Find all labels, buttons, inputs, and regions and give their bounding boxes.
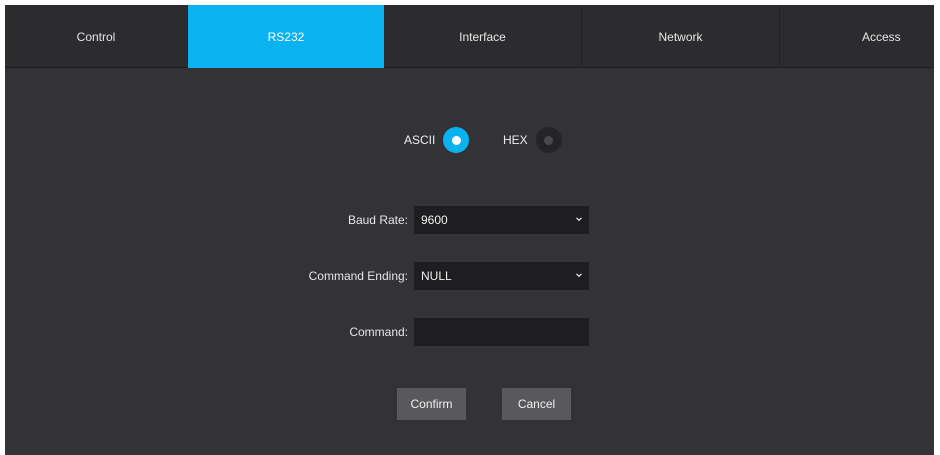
ascii-radio[interactable]: [443, 127, 470, 153]
tab-access-label: Access: [862, 29, 901, 44]
rs232-settings-panel: Control RS232 Interface Network Access A…: [5, 5, 934, 455]
tab-rs232[interactable]: RS232: [188, 5, 384, 68]
command-input[interactable]: [414, 318, 589, 346]
baud-rate-label: Baud Rate:: [347, 213, 408, 227]
tab-interface[interactable]: Interface: [384, 5, 582, 68]
command-ending-value: NULL: [421, 269, 452, 283]
hex-option[interactable]: HEX: [503, 126, 562, 154]
chevron-down-icon: [576, 217, 582, 222]
tab-network[interactable]: Network: [582, 5, 780, 68]
command-ending-select[interactable]: NULL: [414, 262, 589, 290]
tab-rs232-label: RS232: [267, 29, 305, 44]
radio-unselected-dot: [544, 135, 554, 145]
tab-network-label: Network: [658, 29, 703, 44]
hex-radio[interactable]: [535, 127, 562, 153]
tab-control[interactable]: Control: [5, 5, 188, 68]
command-label: Command:: [349, 325, 408, 339]
tab-control-label: Control: [76, 29, 116, 44]
cancel-button-label: Cancel: [517, 397, 556, 411]
cancel-button[interactable]: Cancel: [502, 388, 571, 420]
confirm-button-label: Confirm: [410, 397, 453, 411]
baud-rate-value: 9600: [421, 213, 448, 227]
tab-bar: Control RS232 Interface Network Access: [5, 5, 934, 68]
chevron-down-icon: [576, 273, 582, 278]
confirm-button[interactable]: Confirm: [397, 388, 466, 420]
hex-label: HEX: [503, 133, 528, 147]
ascii-label: ASCII: [404, 133, 436, 147]
tab-access[interactable]: Access: [780, 5, 934, 68]
command-ending-label: Command Ending:: [308, 269, 408, 283]
tab-interface-label: Interface: [459, 29, 506, 44]
baud-rate-select[interactable]: 9600: [414, 206, 589, 234]
ascii-option[interactable]: ASCII: [404, 126, 470, 154]
radio-selected-dot: [451, 135, 461, 145]
